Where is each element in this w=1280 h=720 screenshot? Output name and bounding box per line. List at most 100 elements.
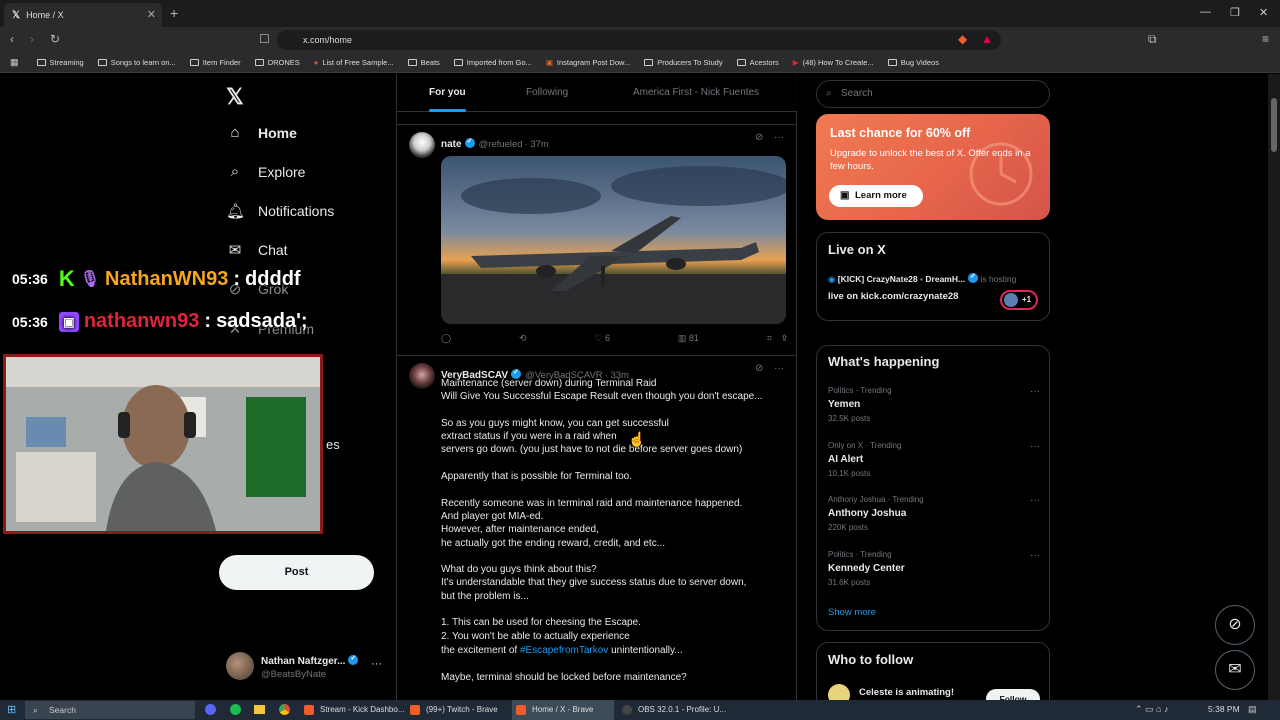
file-explorer-icon[interactable]	[254, 705, 265, 714]
tab-for-you[interactable]: For you	[429, 87, 466, 98]
taskbar-app[interactable]: Stream - Kick Dashbo...	[300, 700, 404, 720]
extensions-icon[interactable]: ⧉	[1148, 32, 1157, 47]
tab-list[interactable]: America First - Nick Fuentes	[633, 87, 759, 98]
tweet-body: Maintenance (server down) during Termina…	[441, 377, 791, 643]
search-icon: ⌕	[33, 705, 38, 715]
scrollbar-thumb[interactable]	[1271, 98, 1277, 152]
more-icon[interactable]: ···	[1030, 495, 1040, 506]
more-icon[interactable]: ···	[1030, 550, 1040, 561]
post-button[interactable]: Post	[219, 555, 374, 590]
bookmark-icon[interactable]: ⌗	[767, 333, 772, 343]
restore-icon[interactable]: ❐	[1230, 6, 1240, 19]
x-logo-icon[interactable]: 𝕏	[226, 84, 244, 110]
more-icon[interactable]: ···	[371, 658, 382, 670]
live-host[interactable]: ◉ [KICK] CrazyNate28 ▪ DreamH... is host…	[828, 272, 1016, 285]
avatar[interactable]	[828, 684, 850, 700]
bookmark-item[interactable]: Acestors	[736, 58, 779, 67]
brave-shield-icon[interactable]: ◆	[958, 32, 967, 46]
chat-message: 05:36 ▣ nathanwn93 : sadsada';	[12, 310, 308, 332]
nav-home[interactable]: ⌂ Home	[226, 124, 296, 141]
bookmark-item[interactable]: Beats	[407, 58, 440, 67]
bookmark-item[interactable]: ▣ Instagram Post Dow...	[546, 58, 630, 67]
bookmark-item[interactable]: Bug Videos	[887, 58, 939, 67]
page-scrollbar[interactable]	[1268, 74, 1280, 700]
spotify-icon[interactable]	[230, 704, 241, 715]
bookmark-item[interactable]: Songs to learn on...	[97, 58, 176, 67]
system-tray-icons[interactable]: ⌃ ▭ ⌂ ♪	[1135, 704, 1168, 715]
clock[interactable]: 5:38 PM	[1208, 704, 1240, 714]
minimize-icon[interactable]: —	[1200, 6, 1211, 18]
close-tab-icon[interactable]: ✕	[147, 8, 156, 21]
avatar[interactable]	[409, 132, 435, 158]
tweet-time[interactable]: · 37m	[525, 139, 549, 150]
chrome-icon[interactable]	[279, 704, 290, 715]
nav-notifications[interactable]: 🔔︎ Notifications	[226, 202, 334, 220]
address-bar[interactable]: x.com/home	[277, 30, 1001, 50]
trend-item[interactable]: Only on X · Trending AI Alert 10.1K post…	[828, 441, 1040, 478]
learn-more-button[interactable]: ▣ Learn more	[829, 185, 923, 207]
trend-item[interactable]: Politics · Trending Kennedy Center 31.6K…	[828, 550, 1040, 587]
divider	[397, 124, 797, 125]
windows-start-icon[interactable]: ⊞	[7, 703, 16, 716]
messages-float-button[interactable]: ✉	[1215, 650, 1255, 690]
more-icon[interactable]: ···	[774, 363, 784, 374]
views-button[interactable]: ▥ 81	[678, 333, 699, 344]
notifications-icon[interactable]: ▤	[1248, 704, 1257, 715]
bookmark-item[interactable]: ● List of Free Sample...	[314, 58, 394, 67]
share-icon[interactable]: ⇪	[782, 333, 787, 343]
follow-name[interactable]: Celeste is animating!	[859, 687, 954, 698]
account-switcher[interactable]: Nathan Naftzger... @BeatsByNate ···	[226, 652, 396, 682]
taskbar-app[interactable]: OBS 32.0.1 - Profile: U...	[618, 700, 726, 720]
bookmark-item[interactable]: DRONES	[254, 58, 300, 67]
trend-count: 32.5K posts	[828, 414, 871, 423]
tweet-image[interactable]	[441, 156, 786, 324]
hashtag-link[interactable]: #EscapefromTarkov	[520, 645, 608, 656]
author-name[interactable]: nate	[441, 139, 462, 150]
tweet[interactable]: nate @refueled· 37m ⊘ ···	[397, 126, 797, 352]
like-button[interactable]: ♡ 6	[594, 333, 610, 344]
tweet[interactable]: VeryBadSCAV@VeryBadSCAVR· 33m ⊘ ··· Main…	[397, 356, 797, 700]
taskbar-app[interactable]: Home / X - Brave	[512, 700, 614, 720]
grok-action-icon[interactable]: ⊘	[755, 132, 763, 143]
reply-icon[interactable]: ◯	[441, 333, 451, 344]
show-more-link[interactable]: Show more	[828, 607, 876, 618]
repost-icon[interactable]: ⟲	[519, 333, 527, 344]
avatar[interactable]	[409, 363, 435, 389]
follow-button[interactable]: Follow	[986, 689, 1040, 700]
more-icon[interactable]: ···	[1030, 386, 1040, 397]
grok-action-icon[interactable]: ⊘	[755, 363, 763, 374]
bookmark-item[interactable]: Streaming	[36, 58, 84, 67]
author-handle[interactable]: @refueled	[479, 139, 523, 150]
more-icon[interactable]: ···	[1030, 441, 1040, 452]
back-icon[interactable]: ‹	[10, 32, 14, 46]
taskbar-app[interactable]: (99+) Twitch - Brave	[406, 700, 508, 720]
tab-following[interactable]: Following	[526, 87, 568, 98]
trend-item[interactable]: Politics · Trending Yemen 32.5K posts ··…	[828, 386, 1040, 423]
bookmark-item[interactable]: Item Finder	[189, 58, 241, 67]
bookmark-icon[interactable]: ☐	[259, 32, 270, 46]
brave-rewards-icon[interactable]: ▲	[981, 32, 993, 46]
trend-title: AI Alert	[828, 454, 864, 465]
reload-icon[interactable]: ↻	[50, 32, 60, 46]
nav-chat[interactable]: ✉ Chat	[226, 241, 288, 259]
menu-icon[interactable]: ≡	[1262, 32, 1269, 46]
browser-tab[interactable]: 𝕏 Home / X ✕	[4, 3, 162, 27]
bookmark-item[interactable]: Producers To Study	[644, 58, 723, 67]
live-text[interactable]: live on kick.com/crazynate28	[828, 291, 958, 302]
discord-icon[interactable]	[205, 704, 216, 715]
apps-grid-icon[interactable]: ▦	[10, 57, 19, 68]
more-icon[interactable]: ···	[774, 132, 784, 143]
bookmark-item[interactable]: Imported from Go...	[453, 58, 532, 67]
tweet-line: Will Give You Successful Escape Result e…	[441, 391, 763, 403]
live-listeners[interactable]: +1	[1000, 290, 1038, 310]
forward-icon[interactable]: ›	[30, 32, 34, 46]
new-tab-icon[interactable]: +	[170, 5, 178, 21]
search-input[interactable]: ⌕ Search	[816, 80, 1050, 108]
trend-item[interactable]: Anthony Joshua · Trending Anthony Joshua…	[828, 495, 1040, 532]
bookmark-item[interactable]: ▶ (48) How To Create...	[793, 58, 874, 67]
taskbar-search[interactable]: ⌕ Search	[25, 701, 195, 719]
grok-float-button[interactable]: ⊘	[1215, 605, 1255, 645]
window-close-icon[interactable]: ✕	[1259, 6, 1268, 19]
nav-explore[interactable]: ⌕ Explore	[226, 163, 306, 180]
tab-title: Home / X	[26, 10, 64, 20]
